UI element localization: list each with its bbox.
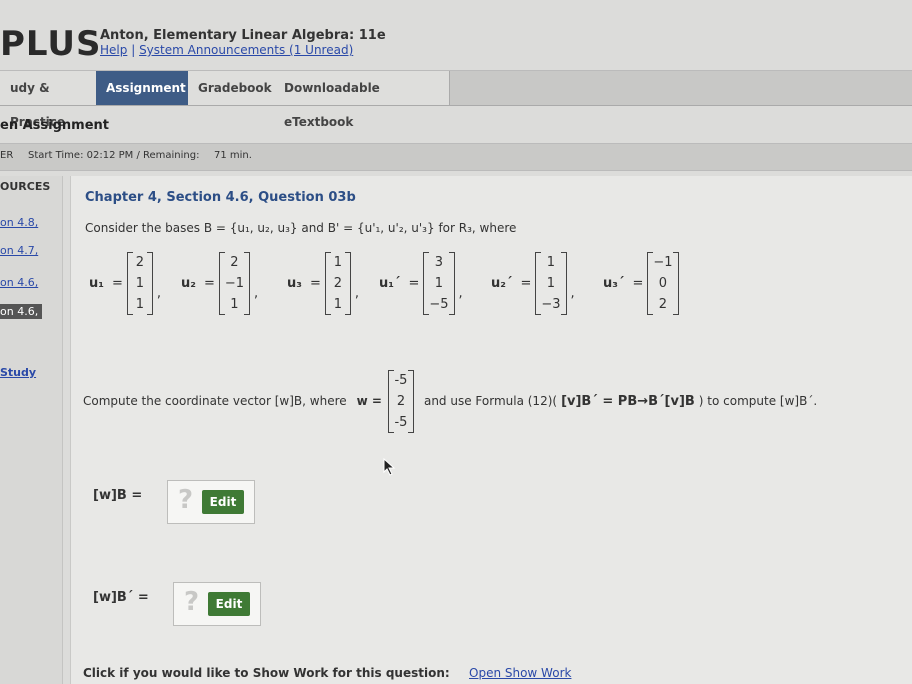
announcements-link[interactable]: System Announcements (1 Unread) [139,43,353,57]
answer-label-wB: [w]B = [93,488,143,503]
start-time: Start Time: 02:12 PM / Remaining: [28,150,200,161]
brand-logo: PLUS [0,24,102,64]
mouse-cursor-icon [383,458,396,476]
show-work-text: Click if you would like to Show Work for… [83,666,450,680]
matrix-entry: 1 [333,254,342,270]
vector-name: u₁´ [379,275,401,291]
matrix-entry: 2 [135,254,144,270]
tab-assignment[interactable]: Assignment [96,71,199,105]
formula-text: and use Formula (12)( [423,394,558,408]
matrix-entry: 1 [434,275,444,291]
vector-matrix: 3 1 −5 [423,251,455,315]
help-separator: | [131,43,136,57]
page-heading: en Assignment [0,118,109,133]
tab-etextbook[interactable]: Downloadable eTextbook [274,71,450,129]
edit-button-wB[interactable]: Edit [202,490,244,514]
matrix-entry: −3 [541,296,561,312]
open-show-work-link[interactable]: Open Show Work [469,666,571,680]
formula-equation: [v]B´ = PB→B´[v]B [561,393,695,409]
tab-gradebook[interactable]: Gradebook [188,71,281,105]
vector-matrix: 1 2 1 [324,251,351,315]
vector-u1: u₁ = 2 1 1 , [89,249,165,317]
vector-u2: u₂ = 2 −1 1 , [181,249,262,317]
answer-box-wB-prime[interactable]: ? Edit [173,582,261,626]
matrix-entry: -5 [394,372,408,388]
question-mark-icon: ? [184,587,200,617]
matrix-entry: 2 [396,393,406,409]
matrix-entry: 1 [135,275,144,291]
matrix-entry: −1 [224,275,245,291]
resources-sidebar: OURCES on 4.8, on 4.7, on 4.6, on 4.6, S… [0,176,63,684]
vector-matrix: 2 1 1 [126,251,153,315]
sidebar-link-section-4-8[interactable]: on 4.8, [0,216,38,229]
matrix-entry: −5 [429,296,449,312]
vector-u1-prime: u₁´ = 3 1 −5 , [379,249,467,317]
sidebar-study-link[interactable]: Study [0,366,36,379]
timer-prefix: ER [0,150,14,161]
help-link[interactable]: Help [100,43,127,57]
matrix-entry: −1 [653,254,673,270]
course-title: Anton, Elementary Linear Algebra: 11e [100,28,386,43]
timer-bar: ER Start Time: 02:12 PM / Remaining: 71 … [0,143,912,171]
formula-tail: ) to compute [w]B´. [698,394,818,408]
vector-matrix: −1 0 2 [647,251,679,315]
vector-u3: u₃ = 1 2 1 , [287,249,363,317]
matrix-entry: -5 [394,414,408,430]
vector-name: u₃´ [603,275,625,291]
tab-study-practice[interactable]: udy & Practice [0,71,103,129]
vector-matrix: 2 −1 1 [218,251,251,315]
edit-button-wB-prime[interactable]: Edit [208,592,250,616]
compute-text: Compute the coordinate vector [w]B, wher… [83,394,347,408]
compute-instruction: Compute the coordinate vector [w]B, wher… [83,366,817,436]
vector-matrix: 1 1 −3 [535,251,567,315]
matrix-entry: 0 [658,275,668,291]
vector-name: u₂´ [491,275,513,291]
w-matrix: -5 2 -5 [387,369,414,433]
matrix-entry: 1 [230,296,239,312]
sidebar-link-section-4-6-current[interactable]: on 4.6, [0,304,43,319]
question-mark-icon: ? [178,485,194,515]
vector-name: u₂ [181,275,196,291]
w-label: w = [356,394,382,408]
matrix-entry: 1 [546,275,556,291]
question-prompt: Consider the bases B = {u₁, u₂, u₃} and … [85,221,517,235]
matrix-entry: 1 [333,296,342,312]
help-links: Help | System Announcements (1 Unread) [100,43,353,57]
matrix-entry: 2 [333,275,342,291]
matrix-entry: 1 [546,254,556,270]
sidebar-link-section-4-7[interactable]: on 4.7, [0,244,38,257]
answer-box-wB[interactable]: ? Edit [167,480,255,524]
vector-name: u₁ [89,275,104,291]
matrix-entry: 1 [135,296,144,312]
matrix-entry: 3 [434,254,444,270]
sidebar-title: OURCES [0,180,51,193]
question-panel: Chapter 4, Section 4.6, Question 03b Con… [70,176,912,684]
main-tabs: udy & Practice Assignment Gradebook Down… [0,70,912,129]
time-remaining: 71 min. [214,150,252,161]
answer-label-wB-prime: [w]B´ = [93,590,149,605]
matrix-entry: 2 [230,254,239,270]
matrix-entry: 2 [658,296,668,312]
vector-name: u₃ [287,275,302,291]
vector-u3-prime: u₃´ = −1 0 2 [603,249,679,317]
vector-u2-prime: u₂´ = 1 1 −3 , [491,249,579,317]
sidebar-link-section-4-6[interactable]: on 4.6, [0,276,38,289]
question-title: Chapter 4, Section 4.6, Question 03b [85,190,356,205]
